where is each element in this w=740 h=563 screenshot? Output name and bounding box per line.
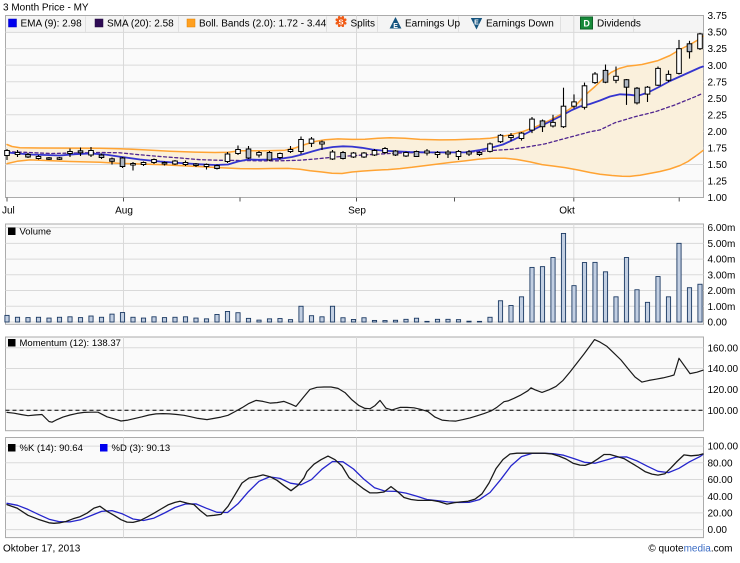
svg-text:2.50: 2.50: [708, 94, 728, 105]
svg-text:Momentum (12): 138.37: Momentum (12): 138.37: [20, 338, 121, 349]
svg-text:60.00: 60.00: [708, 475, 733, 486]
svg-text:6.00m: 6.00m: [708, 223, 736, 234]
svg-text:1.50: 1.50: [708, 160, 728, 171]
svg-text:1.00: 1.00: [708, 193, 728, 204]
svg-text:Splits: Splits: [351, 19, 375, 30]
svg-text:0.00: 0.00: [708, 525, 728, 536]
svg-text:2.00m: 2.00m: [708, 286, 736, 297]
svg-text:3.75: 3.75: [708, 11, 728, 22]
svg-text:140.00: 140.00: [708, 364, 739, 375]
svg-text:1.75: 1.75: [708, 144, 728, 155]
svg-text:2.75: 2.75: [708, 77, 728, 88]
svg-text:S: S: [338, 17, 343, 26]
svg-text:3.00: 3.00: [708, 61, 728, 72]
svg-text:EMA (9): 2.98: EMA (9): 2.98: [21, 19, 83, 30]
svg-text:3.25: 3.25: [708, 44, 728, 55]
svg-text:Jul: Jul: [2, 206, 15, 217]
svg-text:Sep: Sep: [348, 206, 366, 217]
svg-text:Earnings Up: Earnings Up: [405, 19, 460, 30]
svg-text:100.00: 100.00: [708, 442, 739, 453]
svg-text:3 Month Price - MY: 3 Month Price - MY: [3, 3, 89, 14]
svg-text:Aug: Aug: [115, 206, 133, 217]
svg-text:%K (14): 90.64: %K (14): 90.64: [20, 443, 83, 454]
svg-text:80.00: 80.00: [708, 458, 733, 469]
svg-text:120.00: 120.00: [708, 385, 739, 396]
svg-text:E: E: [474, 20, 479, 27]
svg-text:1.00m: 1.00m: [708, 302, 736, 313]
svg-text:%D (3): 90.13: %D (3): 90.13: [112, 443, 171, 454]
svg-text:E: E: [393, 23, 398, 30]
svg-text:Boll. Bands (2.0): 1.72 - 3.44: Boll. Bands (2.0): 1.72 - 3.44: [199, 19, 327, 30]
svg-text:Earnings Down: Earnings Down: [486, 19, 554, 30]
svg-text:0.00: 0.00: [708, 318, 728, 329]
svg-text:5.00m: 5.00m: [708, 239, 736, 250]
svg-text:1.25: 1.25: [708, 177, 728, 188]
svg-text:Volume: Volume: [20, 227, 52, 238]
svg-text:Oktober 17, 2013: Oktober 17, 2013: [3, 544, 81, 555]
svg-text:© quotemedia.com: © quotemedia.com: [648, 544, 732, 555]
svg-text:2.00: 2.00: [708, 127, 728, 138]
svg-text:SMA (20): 2.58: SMA (20): 2.58: [107, 19, 174, 30]
svg-text:D: D: [583, 19, 590, 29]
svg-text:3.50: 3.50: [708, 28, 728, 39]
svg-text:20.00: 20.00: [708, 509, 733, 520]
svg-text:160.00: 160.00: [708, 343, 739, 354]
svg-text:Dividends: Dividends: [597, 19, 641, 30]
svg-text:Okt: Okt: [559, 206, 575, 217]
svg-text:40.00: 40.00: [708, 492, 733, 503]
svg-text:3.00m: 3.00m: [708, 270, 736, 281]
svg-text:4.00m: 4.00m: [708, 255, 736, 266]
svg-text:2.25: 2.25: [708, 110, 728, 121]
svg-text:100.00: 100.00: [708, 406, 739, 417]
